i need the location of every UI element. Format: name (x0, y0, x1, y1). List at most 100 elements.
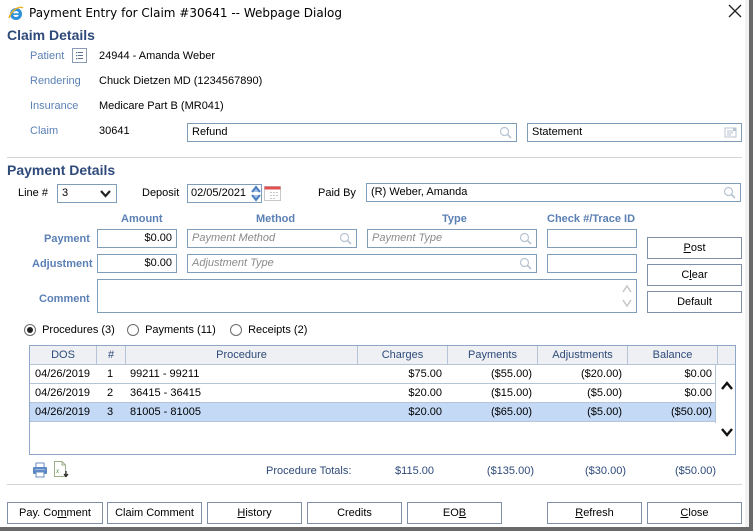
search-icon[interactable] (519, 232, 532, 245)
view-option-procedures[interactable]: Procedures (3) (24, 324, 115, 337)
patient-list-icon[interactable] (72, 48, 87, 63)
statement-field-value: Statement (532, 126, 583, 138)
default-button[interactable]: Default (647, 291, 742, 313)
calendar-icon[interactable] (264, 185, 281, 201)
pay-comment-button[interactable]: Pay. Comment (7, 502, 103, 524)
refund-field-value: Refund (192, 126, 228, 138)
cell-procedure: 99211 - 99211 (130, 368, 200, 380)
clear-button[interactable]: Clear (647, 264, 742, 286)
line-number-label: Line # (18, 187, 48, 199)
radio-receipts[interactable] (230, 324, 242, 337)
cell-adjustments: ($5.00) (587, 387, 622, 399)
column-header-charges[interactable]: Charges (358, 346, 448, 364)
close-x-icon[interactable] (726, 3, 744, 21)
rendering-value: Chuck Dietzen MD (1234567890) (99, 75, 263, 87)
scroll-up-icon[interactable] (720, 379, 734, 393)
cell-number: 2 (107, 387, 114, 399)
refresh-button[interactable]: Refresh (547, 502, 642, 524)
scroll-down-icon[interactable] (720, 425, 734, 439)
cell-procedure: 81005 - 81005 (130, 406, 201, 418)
table-row[interactable]: 04/26/2019 2 36415 - 36415 $20.00 ($15.0… (30, 384, 715, 403)
payments-label: Payments (11) (145, 324, 216, 336)
cell-balance: $0.00 (684, 387, 712, 399)
receipts-label: Receipts (2) (248, 324, 308, 336)
radio-procedures[interactable] (24, 324, 36, 337)
window-border-bottom (0, 527, 753, 531)
amount-column-label: Amount (121, 213, 163, 225)
eob-button[interactable]: EOB (407, 502, 502, 524)
view-option-payments[interactable]: Payments (11) (127, 324, 216, 337)
footer-divider (7, 484, 742, 485)
column-header-number[interactable]: # (97, 346, 126, 364)
column-header-dos[interactable]: DOS (30, 346, 97, 364)
adjustment-amount-field[interactable]: $0.00 (97, 254, 177, 273)
search-icon[interactable] (519, 257, 532, 270)
search-icon[interactable] (499, 126, 512, 139)
payment-type-field[interactable]: Payment Type (367, 229, 537, 248)
adjustment-check-field[interactable] (547, 254, 637, 273)
comment-scroll-icon[interactable] (621, 282, 633, 310)
payment-amount-field[interactable]: $0.00 (97, 229, 177, 248)
method-column-label: Method (256, 213, 296, 225)
close-label-post: lose (688, 507, 709, 519)
search-icon[interactable] (723, 186, 736, 199)
cell-balance: ($50.00) (671, 406, 712, 418)
refund-field[interactable]: Refund (187, 123, 517, 142)
line-number-select[interactable]: 3 (57, 184, 117, 203)
column-header-payments[interactable]: Payments (448, 346, 538, 364)
total-charges: $115.00 (395, 465, 434, 477)
total-adjustments: ($30.00) (585, 465, 626, 477)
table-row-selected[interactable]: 04/26/2019 3 81005 - 81005 $20.00 ($65.0… (30, 403, 715, 422)
claim-value: 30641 (99, 125, 130, 137)
date-spinner[interactable] (250, 184, 262, 203)
cell-number: 1 (107, 368, 114, 380)
payment-row-label: Payment (44, 233, 90, 245)
statement-options-icon[interactable] (724, 126, 737, 139)
payment-details-heading: Payment Details (7, 162, 116, 178)
table-row[interactable]: 04/26/2019 1 99211 - 99211 $75.00 ($55.0… (30, 365, 715, 384)
post-label-accesskey: P (683, 242, 691, 254)
clear-label-post: ear (691, 269, 708, 281)
procedures-label: Procedures (3) (42, 324, 115, 336)
type-column-label: Type (442, 213, 467, 225)
post-label-post: ost (690, 242, 706, 254)
radio-payments[interactable] (127, 324, 139, 337)
cell-dos: 04/26/2019 (35, 406, 91, 418)
print-icon[interactable] (32, 462, 48, 478)
cell-payments: ($65.00) (491, 406, 532, 418)
column-header-balance[interactable]: Balance (628, 346, 718, 364)
column-header-procedure[interactable]: Procedure (126, 346, 358, 364)
cell-charges: $75.00 (408, 368, 442, 380)
statement-field[interactable]: Statement (527, 123, 742, 142)
cell-balance: $0.00 (684, 368, 712, 380)
cell-adjustments: ($20.00) (581, 368, 622, 380)
post-button[interactable]: Post (647, 237, 742, 259)
window-title: Payment Entry for Claim #30641 -- Webpag… (29, 6, 342, 20)
credits-button[interactable]: Credits (307, 502, 402, 524)
adjustment-type-field[interactable]: Adjustment Type (187, 254, 537, 273)
view-option-receipts[interactable]: Receipts (2) (230, 324, 308, 337)
column-header-adjustments[interactable]: Adjustments (538, 346, 628, 364)
export-excel-icon[interactable]: x (53, 461, 69, 478)
payment-check-field[interactable] (547, 229, 637, 248)
claim-comment-button[interactable]: Claim Comment (107, 502, 202, 524)
check-trace-column-label: Check #/Trace ID (547, 213, 636, 225)
cell-charges: $20.00 (408, 406, 442, 418)
pay-comment-label-pre: Pay. Co (19, 507, 58, 519)
comment-textarea[interactable] (97, 279, 637, 313)
eob-label-pre: EO (442, 507, 459, 519)
close-button[interactable]: Close (647, 502, 742, 524)
internet-explorer-icon (8, 5, 24, 21)
comment-label: Comment (39, 293, 90, 305)
paid-by-field[interactable]: (R) Weber, Amanda (366, 183, 741, 202)
history-button[interactable]: History (207, 502, 302, 524)
payment-method-placeholder: Payment Method (192, 232, 276, 244)
payment-method-field[interactable]: Payment Method (187, 229, 357, 248)
deposit-label: Deposit (142, 187, 180, 199)
eob-label-accesskey: B (458, 507, 467, 519)
chevron-down-icon[interactable] (99, 188, 112, 201)
cell-charges: $20.00 (408, 387, 442, 399)
grid-header: DOS # Procedure Charges Payments Adjustm… (30, 346, 735, 365)
search-icon[interactable] (339, 232, 352, 245)
paid-by-label: Paid By (318, 187, 356, 199)
